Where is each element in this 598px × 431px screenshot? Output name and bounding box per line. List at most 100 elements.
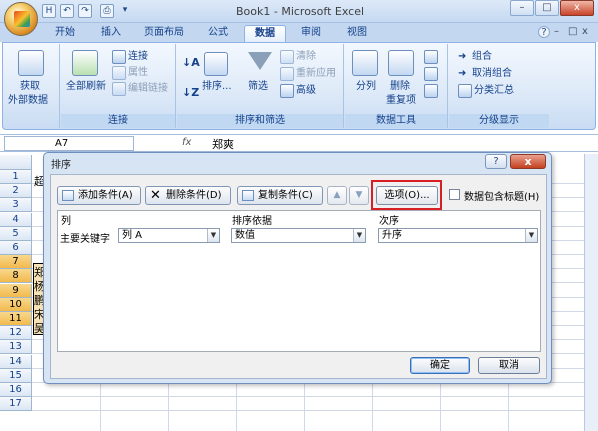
- dialog-help-button[interactable]: ?: [485, 154, 507, 169]
- add-level-label: 添加条件(A): [78, 190, 133, 201]
- reapply-button[interactable]: 重新应用: [296, 67, 336, 81]
- tab-data[interactable]: 数据: [244, 25, 286, 42]
- outline-group-label: 分级显示: [449, 114, 549, 128]
- row-header[interactable]: 7: [0, 255, 32, 270]
- ungroup-button[interactable]: 取消组合: [472, 67, 512, 81]
- tab-formulas[interactable]: 公式: [196, 25, 240, 42]
- sort-level-label: 主要关键字: [60, 234, 110, 245]
- sort-az-icon[interactable]: ↓A: [182, 56, 200, 70]
- row-header[interactable]: 5: [0, 226, 32, 241]
- tab-review[interactable]: 审阅: [290, 25, 332, 42]
- options-highlight-annotation: [371, 180, 442, 210]
- tab-view[interactable]: 视图: [336, 25, 378, 42]
- row-header[interactable]: 2: [0, 184, 32, 199]
- delete-level-label: 删除条件(D): [166, 190, 222, 201]
- chevron-down-icon: ▼: [207, 229, 219, 242]
- connections-group-label: 连接: [61, 114, 175, 128]
- print-preview-icon[interactable]: ⎙: [100, 4, 114, 18]
- advanced-filter-button[interactable]: 高级: [296, 84, 316, 98]
- move-up-button[interactable]: ▲: [327, 186, 347, 205]
- sort-button[interactable]: 排序...: [202, 80, 232, 94]
- sort-icon: [204, 52, 228, 76]
- grid-row-line: [32, 410, 598, 412]
- row-header[interactable]: 15: [0, 368, 32, 383]
- group-button-icon: ➜: [458, 51, 467, 62]
- subtotal-button[interactable]: 分类汇总: [474, 84, 514, 98]
- name-box[interactable]: A7: [4, 136, 134, 151]
- sort-order-value: 升序: [382, 230, 402, 241]
- sort-column-value: 列 A: [122, 230, 143, 241]
- clear-icon: [280, 50, 294, 64]
- row-header[interactable]: 12: [0, 326, 32, 341]
- remove-duplicates-label-1[interactable]: 删除: [390, 80, 410, 94]
- row-header[interactable]: 9: [0, 283, 32, 298]
- office-logo-icon: [14, 11, 30, 27]
- connections-button[interactable]: 连接: [128, 50, 148, 64]
- get-external-data-label-2[interactable]: 外部数据: [8, 94, 48, 108]
- close-window-button[interactable]: x: [560, 0, 594, 16]
- clear-button[interactable]: 清除: [296, 50, 316, 64]
- select-all-corner[interactable]: [0, 155, 32, 170]
- move-down-button[interactable]: ▼: [349, 186, 369, 205]
- window-title: Book1 - Microsoft Excel: [235, 5, 365, 18]
- row-header[interactable]: 6: [0, 241, 32, 255]
- add-level-button[interactable]: 添加条件(A): [57, 186, 141, 205]
- undo-icon[interactable]: ↶: [60, 4, 74, 18]
- delete-level-button[interactable]: ✕ 删除条件(D): [145, 186, 231, 205]
- sort-order-select[interactable]: 升序 ▼: [378, 228, 538, 243]
- has-headers-label: 数据包含标题(H): [464, 192, 540, 203]
- text-to-columns-button[interactable]: 分列: [356, 80, 376, 94]
- sort-za-icon[interactable]: ↓Z: [182, 86, 199, 100]
- what-if-analysis-icon[interactable]: [424, 84, 438, 98]
- insert-function-icon[interactable]: fx: [182, 137, 191, 148]
- sort-column-select[interactable]: 列 A ▼: [118, 228, 220, 243]
- row-header[interactable]: 14: [0, 354, 32, 369]
- doc-close-button[interactable]: x: [582, 26, 588, 37]
- tab-page-layout[interactable]: 页面布局: [136, 25, 192, 42]
- dialog-close-button[interactable]: x: [510, 154, 546, 169]
- group-button[interactable]: 组合: [472, 50, 492, 64]
- row-header[interactable]: 4: [0, 212, 32, 227]
- copy-level-icon: [242, 190, 254, 201]
- copy-level-button[interactable]: 复制条件(C): [237, 186, 323, 205]
- row-header[interactable]: 13: [0, 340, 32, 355]
- ok-button[interactable]: 确定: [410, 357, 470, 374]
- copy-level-label: 复制条件(C): [258, 190, 313, 201]
- sort-on-select[interactable]: 数值 ▼: [231, 228, 366, 243]
- row-header[interactable]: 1: [0, 170, 32, 184]
- refresh-all-icon: [72, 50, 98, 76]
- doc-minimize-button[interactable]: –: [554, 26, 559, 37]
- minimize-button[interactable]: –: [510, 0, 534, 16]
- row-header[interactable]: 17: [0, 397, 32, 412]
- consolidate-icon[interactable]: [424, 67, 438, 81]
- qat-customize-icon[interactable]: ▾: [118, 4, 132, 18]
- refresh-all-button[interactable]: 全部刷新: [66, 80, 106, 94]
- restore-button[interactable]: □: [535, 0, 559, 16]
- chevron-down-icon: ▼: [525, 229, 537, 242]
- filter-button[interactable]: 筛选: [248, 80, 268, 94]
- row-header[interactable]: 16: [0, 383, 32, 397]
- row-header[interactable]: 3: [0, 198, 32, 213]
- column-header-sort-on: 排序依据: [232, 216, 272, 227]
- office-button[interactable]: [4, 2, 38, 36]
- cancel-button[interactable]: 取消: [478, 357, 540, 374]
- remove-duplicates-label-2[interactable]: 重复项: [386, 94, 416, 108]
- properties-button[interactable]: 属性: [128, 66, 148, 80]
- data-validation-icon[interactable]: [424, 50, 438, 64]
- tab-home[interactable]: 开始: [44, 25, 86, 42]
- edit-links-button[interactable]: 编辑链接: [128, 82, 168, 96]
- doc-restore-button[interactable]: □: [568, 26, 577, 37]
- tab-insert[interactable]: 插入: [90, 25, 132, 42]
- formula-content[interactable]: 郑爽: [212, 136, 234, 152]
- row-header[interactable]: 10: [0, 297, 32, 312]
- save-icon[interactable]: H: [42, 4, 56, 18]
- vertical-scrollbar[interactable]: [584, 154, 598, 431]
- row-header[interactable]: 11: [0, 312, 32, 326]
- get-external-data-label-1[interactable]: 获取: [20, 80, 40, 94]
- help-icon[interactable]: ?: [538, 26, 550, 38]
- sort-filter-group-label: 排序和筛选: [177, 114, 343, 128]
- column-header-column: 列: [61, 216, 71, 227]
- has-headers-checkbox[interactable]: [449, 189, 460, 200]
- redo-icon[interactable]: ↷: [78, 4, 92, 18]
- row-header[interactable]: 8: [0, 269, 32, 284]
